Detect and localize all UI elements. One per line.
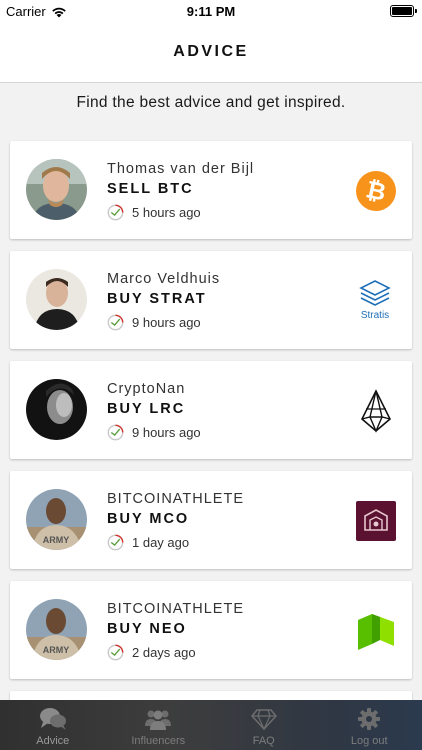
loopring-icon [354,389,398,433]
avatar: ARMY [26,489,87,550]
advice-list: Thomas van der Bijl SELL BTC 5 hours ago… [10,141,412,723]
avatar [26,159,87,220]
battery-icon [390,5,417,17]
advice-time: 1 day ago [107,534,189,551]
status-bar: Carrier 9:11 PM [0,0,422,22]
advice-action: BUY LRC [107,401,186,417]
advice-action: SELL BTC [107,181,194,197]
advice-time: 9 hours ago [107,314,201,331]
clock-icon [107,314,124,331]
advice-action: BUY STRAT [107,291,207,307]
gear-icon [358,708,381,730]
chat-bubbles-icon [39,708,66,730]
advice-time: 5 hours ago [107,204,201,221]
advice-card[interactable]: ARMY BITCOINATHLETE BUY NEO 2 days ago [10,581,412,679]
page-subtitle: Find the best advice and get inspired. [76,94,346,111]
bitcoin-icon: ₿ [354,169,398,213]
advice-card[interactable]: ARMY BITCOINATHLETE BUY MCO 1 day ago [10,471,412,569]
clock-icon [107,534,124,551]
svg-text:ARMY: ARMY [43,645,70,655]
navigation-bar: ADVICE [0,22,422,83]
time-label: 9 hours ago [132,425,201,440]
time-label: 9 hours ago [132,315,201,330]
diamond-icon [250,709,277,731]
advisor-name: Marco Veldhuis [107,271,221,287]
clock-icon [107,204,124,221]
avatar [26,269,87,330]
advice-time: 2 days ago [107,644,196,661]
tab-label: Advice [36,735,70,747]
advisor-name: BITCOINATHLETE [107,491,244,507]
tab-label: FAQ [252,735,275,747]
tab-log-out[interactable]: Log out [317,700,422,750]
advisor-name: Thomas van der Bijl [107,161,255,177]
tab-bar: Advice Influencers FAQ Log out [0,700,422,750]
page-title: ADVICE [173,43,249,60]
tab-advice[interactable]: Advice [0,700,106,750]
time-label: 1 day ago [132,535,190,550]
advice-card[interactable]: Thomas van der Bijl SELL BTC 5 hours ago… [10,141,412,239]
avatar: ARMY [26,599,87,660]
time-label: 2 days ago [132,645,196,660]
neo-icon [354,609,398,653]
tab-label: Log out [350,735,388,747]
tab-influencers[interactable]: Influencers [106,700,212,750]
clock-icon [107,424,124,441]
time-label: 5 hours ago [132,205,201,220]
tab-label: Influencers [131,735,186,747]
advisor-name: BITCOINATHLETE [107,601,244,617]
monaco-icon [354,499,398,543]
advisor-name: CryptoNan [107,381,186,397]
stratis-label: Stratis [360,310,390,321]
people-icon [145,710,172,730]
advice-time: 9 hours ago [107,424,201,441]
tab-faq[interactable]: FAQ [211,700,317,750]
status-time: 9:11 PM [186,4,236,19]
svg-text:ARMY: ARMY [43,535,70,545]
avatar [26,379,87,440]
clock-icon [107,644,124,661]
advice-action: BUY NEO [107,621,187,637]
stratis-icon: Stratis [352,275,398,325]
advice-card[interactable]: Marco Veldhuis BUY STRAT 9 hours ago Str… [10,251,412,349]
advice-action: BUY MCO [107,511,190,527]
advice-card[interactable]: CryptoNan BUY LRC 9 hours ago [10,361,412,459]
